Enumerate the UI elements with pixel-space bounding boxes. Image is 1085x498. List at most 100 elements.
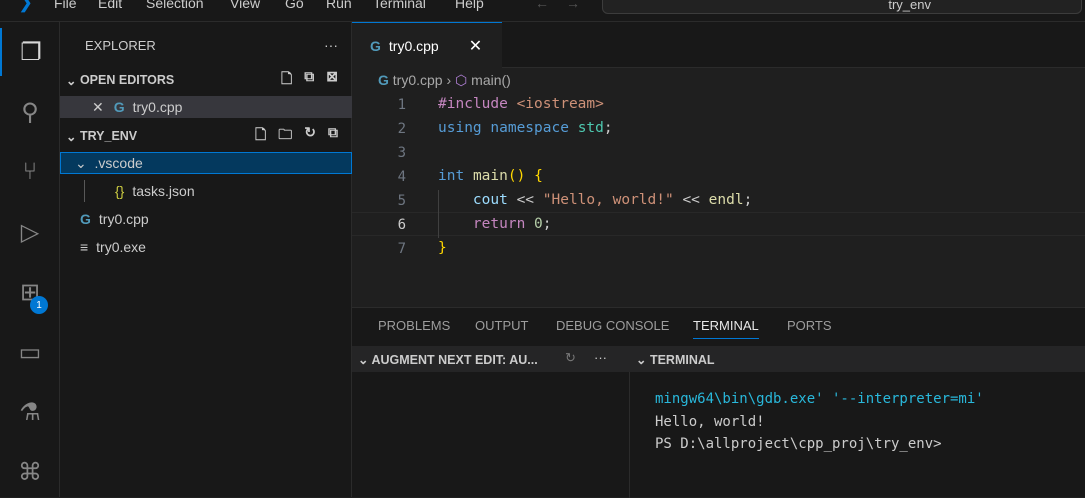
file-name: try0.exe bbox=[96, 239, 146, 255]
file-name: try0.cpp bbox=[98, 211, 149, 227]
tab-ports[interactable]: PORTS bbox=[787, 318, 832, 333]
testing-icon[interactable]: ⚗ bbox=[0, 388, 60, 436]
workspace-actions: 🗋 🗀 ↻ ⧉ bbox=[255, 124, 338, 148]
cpp-file-icon: G bbox=[113, 99, 125, 115]
menu-selection[interactable]: Selection bbox=[146, 0, 204, 11]
breadcrumb: G try0.cpp › ⬡ main() bbox=[378, 72, 511, 88]
cpp-file-icon: G bbox=[370, 37, 381, 54]
more-actions-icon[interactable]: ··· bbox=[324, 37, 338, 53]
code-line-2: using namespace std; bbox=[438, 120, 613, 136]
code-line-7: } bbox=[438, 240, 447, 256]
bottom-panel: PROBLEMS OUTPUT DEBUG CONSOLE TERMINAL P… bbox=[352, 307, 1085, 498]
explorer-icon[interactable]: ❐ bbox=[0, 28, 60, 76]
tree-item-tasks-json[interactable]: {} tasks.json bbox=[84, 180, 352, 202]
workspace-section[interactable]: ⌄ TRY_ENV 🗋 🗀 ↻ ⧉ bbox=[60, 124, 352, 148]
tree-item-try0-exe[interactable]: ≡ try0.exe bbox=[60, 236, 352, 258]
open-editor-item[interactable]: ✕ Gtry0.cpp bbox=[60, 96, 352, 118]
line-number: 4 bbox=[397, 169, 406, 185]
tab-problems[interactable]: PROBLEMS bbox=[378, 318, 450, 333]
collapse-icon[interactable]: ⧉ bbox=[328, 124, 338, 148]
line-number: 2 bbox=[397, 121, 406, 137]
code-line-4: int main() { bbox=[438, 168, 543, 184]
line-number: 7 bbox=[397, 241, 406, 257]
tab-output[interactable]: OUTPUT bbox=[475, 318, 528, 333]
code-line-1: #include <iostream> bbox=[438, 96, 604, 112]
chevron-down-icon: ⌄ bbox=[66, 129, 80, 144]
more-actions-icon[interactable]: ··· bbox=[594, 350, 607, 365]
code-line-6: return 0; bbox=[472, 216, 552, 232]
json-file-icon: {} bbox=[115, 183, 125, 199]
augment-section-header[interactable]: ⌄ AUGMENT NEXT EDIT: AU... bbox=[358, 352, 538, 367]
workspace-label: TRY_ENV bbox=[79, 129, 138, 143]
remote-explorer-icon[interactable]: ▭ bbox=[0, 328, 60, 376]
explorer-sidebar: EXPLORER ··· ⌄ OPEN EDITORS 🗋 ⧉ ⊠ ✕ Gtry0.cp… bbox=[60, 22, 352, 497]
line-number: 1 bbox=[397, 97, 406, 113]
chevron-down-icon: ⌄ bbox=[75, 154, 95, 171]
back-icon[interactable]: ← bbox=[535, 0, 549, 11]
search-icon[interactable]: ⚲ bbox=[0, 88, 60, 136]
line-number: 5 bbox=[397, 193, 406, 209]
extensions-icon[interactable]: ⊞ 1 bbox=[0, 268, 60, 316]
close-icon[interactable]: ✕ bbox=[92, 99, 104, 116]
code-line-5: cout << "Hello, world!" << endl; bbox=[472, 192, 753, 208]
breadcrumb-symbol[interactable]: main() bbox=[471, 72, 511, 88]
activity-bar: ❐ ⚲ ⑂ ▷ ⊞ 1 ▭ ⚗ ⌘ bbox=[0, 22, 60, 497]
augment-title: AUGMENT NEXT EDIT: AU... bbox=[371, 353, 538, 367]
explorer-title: EXPLORER ··· bbox=[60, 34, 352, 56]
exe-file-icon: ≡ bbox=[80, 239, 89, 255]
panel-headers: ⌄ AUGMENT NEXT EDIT: AU... ↻ ··· ⌄ TERMI… bbox=[352, 346, 1085, 372]
tree-item-try0-cpp[interactable]: Gtry0.cpp bbox=[60, 208, 352, 230]
refresh-icon[interactable]: ↻ bbox=[304, 124, 316, 148]
cpp-file-icon: G bbox=[378, 72, 389, 88]
vscode-logo-icon: ❯ bbox=[18, 0, 34, 12]
tab-debug-console[interactable]: DEBUG CONSOLE bbox=[556, 318, 669, 333]
search-text: try_env bbox=[888, 0, 931, 12]
folder-name: .vscode bbox=[94, 155, 143, 171]
save-all-icon[interactable]: ⧉ bbox=[304, 68, 314, 92]
forward-icon[interactable]: → bbox=[566, 0, 580, 11]
extensions-badge: 1 bbox=[30, 296, 48, 314]
terminal-title: TERMINAL bbox=[649, 353, 715, 367]
menu-go[interactable]: Go bbox=[285, 0, 304, 11]
tree-item-vscode[interactable]: ⌄ .vscode bbox=[60, 152, 352, 174]
close-tab-icon[interactable]: ✕ bbox=[469, 36, 482, 56]
line-number: 3 bbox=[397, 145, 406, 161]
new-folder-icon[interactable]: 🗀 bbox=[278, 124, 292, 148]
menu-view[interactable]: View bbox=[230, 0, 260, 11]
refresh-icon[interactable]: ↻ bbox=[565, 350, 576, 366]
menu-file[interactable]: File bbox=[54, 0, 77, 11]
menu-edit[interactable]: Edit bbox=[98, 0, 122, 11]
new-file-icon[interactable]: 🗋 bbox=[281, 68, 292, 92]
terminal-section-header[interactable]: ⌄ TERMINAL bbox=[636, 352, 715, 367]
terminal-prompt: PS D:\allproject\cpp_proj\try_env> bbox=[655, 436, 942, 452]
menu-run[interactable]: Run bbox=[326, 0, 352, 11]
tab-bar: Gtry0.cpp ✕ bbox=[352, 22, 1085, 68]
open-file-name: try0.cpp bbox=[132, 99, 183, 115]
line-number: 6 bbox=[397, 217, 406, 233]
tab-label: try0.cpp bbox=[388, 37, 439, 54]
augment-icon[interactable]: ⌘ bbox=[0, 448, 60, 496]
new-file-icon[interactable]: 🗋 bbox=[255, 124, 266, 148]
cpp-file-icon: G bbox=[80, 211, 91, 227]
source-control-icon[interactable]: ⑂ bbox=[0, 148, 60, 196]
tab-try0-cpp[interactable]: Gtry0.cpp ✕ bbox=[352, 22, 502, 68]
open-editors-label: OPEN EDITORS bbox=[79, 73, 175, 87]
panel-divider bbox=[629, 372, 630, 498]
chevron-down-icon: ⌄ bbox=[66, 73, 80, 88]
menu-terminal[interactable]: Terminal bbox=[373, 0, 426, 11]
title-bar: ❯ File Edit Selection View Go Run Termin… bbox=[0, 0, 1085, 22]
command-center-search[interactable]: try_env bbox=[602, 0, 1082, 14]
explorer-title-text: EXPLORER bbox=[85, 37, 156, 53]
method-icon: ⬡ bbox=[455, 72, 468, 88]
editor-area: Gtry0.cpp ✕ G try0.cpp › ⬡ main() 1 2 3 4… bbox=[352, 22, 1085, 307]
breadcrumb-file[interactable]: try0.cpp bbox=[393, 72, 443, 88]
terminal-line: mingw64\bin\gdb.exe' '--interpreter=mi' bbox=[655, 391, 984, 407]
run-debug-icon[interactable]: ▷ bbox=[0, 208, 60, 256]
file-name: tasks.json bbox=[132, 183, 195, 199]
close-all-icon[interactable]: ⊠ bbox=[326, 68, 338, 92]
open-editors-section[interactable]: ⌄ OPEN EDITORS 🗋 ⧉ ⊠ bbox=[60, 68, 352, 92]
open-editors-actions: 🗋 ⧉ ⊠ bbox=[281, 68, 338, 92]
menu-help[interactable]: Help bbox=[455, 0, 484, 11]
terminal-line: Hello, world! bbox=[655, 414, 765, 430]
tab-terminal[interactable]: TERMINAL bbox=[693, 318, 759, 339]
